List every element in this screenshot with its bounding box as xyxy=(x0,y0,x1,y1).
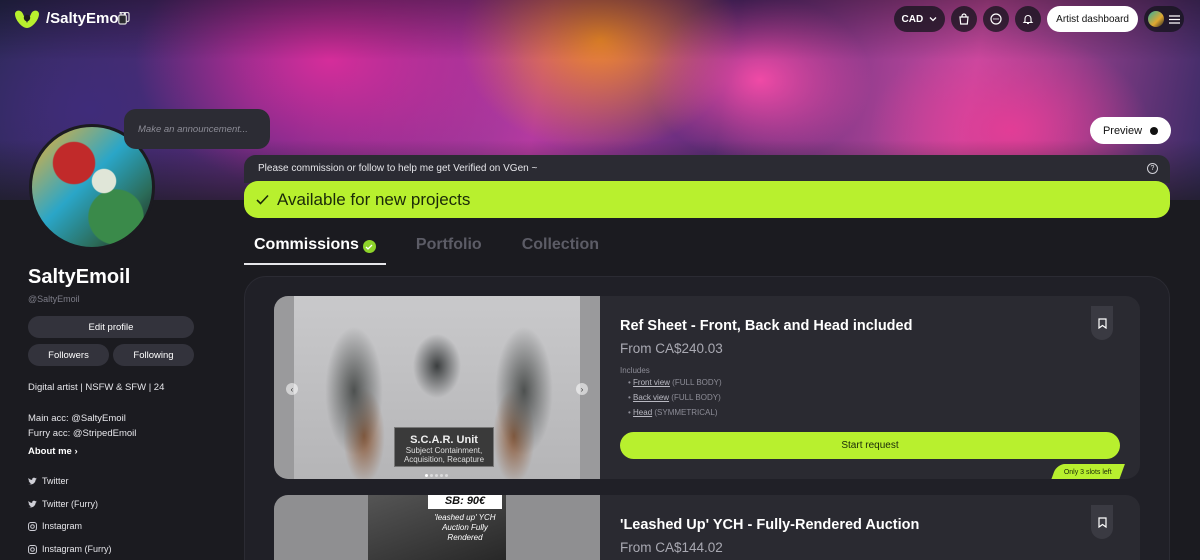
bio-line: Main acc: @SaltyEmoil xyxy=(28,413,126,424)
following-button[interactable]: Following xyxy=(113,344,194,366)
include-item: • Head (SYMMETRICAL) xyxy=(628,408,718,417)
currency-selector[interactable]: CAD xyxy=(893,6,946,32)
include-name: Front view xyxy=(633,378,670,387)
active-tab-indicator xyxy=(244,263,386,265)
user-avatar xyxy=(1148,11,1164,27)
top-nav: /SaltyEmoil CAD Artist dashboard xyxy=(0,0,1200,40)
preview-button[interactable]: Preview xyxy=(1090,117,1171,144)
include-name: Back view xyxy=(633,393,670,402)
messages-button[interactable] xyxy=(983,6,1010,32)
start-request-button[interactable]: Start request xyxy=(620,432,1120,459)
commission-title[interactable]: 'Leashed Up' YCH - Fully-Rendered Auctio… xyxy=(620,517,919,533)
availability-banner: Available for new projects xyxy=(244,181,1170,218)
tab-collection[interactable]: Collection xyxy=(512,236,609,264)
edit-profile-button[interactable]: Edit profile xyxy=(28,316,194,338)
commission-image-carousel[interactable]: SB: 90€ 'leashed up' YCH Auction Fully R… xyxy=(274,495,600,560)
social-link-twitter[interactable]: Twitter xyxy=(28,476,69,486)
chevron-right-icon: › xyxy=(74,446,78,457)
checkmark-icon xyxy=(256,194,269,205)
currency-label: CAD xyxy=(901,13,924,25)
carousel-dot[interactable] xyxy=(425,474,428,477)
notice-text: Please commission or follow to help me g… xyxy=(258,163,538,174)
carousel-dots xyxy=(425,474,448,477)
tab-portfolio[interactable]: Portfolio xyxy=(406,236,492,264)
include-name: Head xyxy=(633,408,653,417)
commission-image-carousel[interactable]: S.C.A.R. Unit Subject Containment, Acqui… xyxy=(274,296,600,479)
include-item: • Front view (FULL BODY) xyxy=(628,378,722,387)
preview-toggle-dot xyxy=(1150,126,1159,135)
verified-check-icon xyxy=(362,240,376,253)
announcement-input[interactable]: Make an announcement... xyxy=(124,109,270,149)
social-label: Instagram (Furry) xyxy=(42,544,112,554)
instagram-icon xyxy=(28,521,37,531)
carousel-dot[interactable] xyxy=(440,474,443,477)
copy-icon[interactable] xyxy=(118,12,130,25)
commission-title[interactable]: Ref Sheet - Front, Back and Head include… xyxy=(620,318,912,334)
instagram-icon xyxy=(28,544,37,554)
include-note: (FULL BODY) xyxy=(671,393,721,402)
include-note: (SYMMETRICAL) xyxy=(654,408,718,417)
commission-price: From CA$144.02 xyxy=(620,540,723,555)
commission-card[interactable]: SB: 90€ 'leashed up' YCH Auction Fully R… xyxy=(274,495,1140,560)
bio-line: Furry acc: @StripedEmoil xyxy=(28,428,137,439)
social-label: Instagram xyxy=(42,521,83,531)
profile-name: SaltyEmoil xyxy=(28,266,131,288)
tab-commissions[interactable]: Commissions xyxy=(244,236,386,264)
bookmark-icon xyxy=(1097,317,1107,329)
profile-handle: @SaltyEmoil xyxy=(28,294,80,304)
profile-tabs: Commissions Portfolio Collection xyxy=(244,236,609,264)
carousel-dot[interactable] xyxy=(430,474,433,477)
followers-button[interactable]: Followers xyxy=(28,344,109,366)
image-starting-bid: SB: 90€ xyxy=(428,495,502,509)
social-link-twitter-furry[interactable]: Twitter (Furry) xyxy=(28,499,98,509)
slots-label: Only 3 slots left xyxy=(1064,468,1112,476)
carousel-prev-button[interactable]: ‹ xyxy=(286,383,298,395)
chat-bubble-icon xyxy=(990,13,1002,25)
twitter-icon xyxy=(28,477,37,485)
tab-label: Collection xyxy=(521,236,600,253)
help-icon[interactable]: ? xyxy=(1147,163,1158,174)
vgen-logo-icon[interactable] xyxy=(12,8,42,30)
chevron-down-icon xyxy=(929,17,937,22)
carousel-dot[interactable] xyxy=(445,474,448,477)
account-menu-button[interactable] xyxy=(1144,6,1184,32)
image-caption-title: S.C.A.R. Unit xyxy=(410,434,478,446)
artist-dashboard-button[interactable]: Artist dashboard xyxy=(1047,6,1138,32)
image-caption: S.C.A.R. Unit Subject Containment, Acqui… xyxy=(394,427,494,467)
bookmark-icon xyxy=(1097,516,1107,528)
twitter-icon xyxy=(28,500,37,508)
social-link-instagram[interactable]: Instagram xyxy=(28,521,82,531)
shopping-bag-icon xyxy=(959,13,969,25)
profile-url-handle: /SaltyEmoil xyxy=(46,10,127,27)
nav-actions: CAD Artist dashboard xyxy=(893,6,1184,32)
bio-line: Digital artist | NSFW & SFW | 24 xyxy=(28,382,165,393)
tab-label: Portfolio xyxy=(415,236,482,253)
include-note: (FULL BODY) xyxy=(672,378,722,387)
slots-left-badge: Only 3 slots left xyxy=(1051,464,1125,479)
hamburger-menu-icon xyxy=(1169,14,1180,24)
about-me-label: About me xyxy=(28,446,72,457)
tab-label: Commissions xyxy=(254,236,359,253)
social-link-instagram-furry[interactable]: Instagram (Furry) xyxy=(28,544,112,554)
include-item: • Back view (FULL BODY) xyxy=(628,393,721,402)
notifications-button[interactable] xyxy=(1015,6,1042,32)
includes-label: Includes xyxy=(620,366,650,375)
preview-label: Preview xyxy=(1102,124,1143,137)
ych-artwork: SB: 90€ 'leashed up' YCH Auction Fully R… xyxy=(368,495,506,560)
social-label: Twitter (Furry) xyxy=(42,499,98,509)
availability-label: Available for new projects xyxy=(277,189,471,209)
cart-button[interactable] xyxy=(951,6,978,32)
carousel-next-button[interactable]: › xyxy=(576,383,588,395)
image-subtitle: 'leashed up' YCH Auction Fully Rendered xyxy=(434,513,496,542)
commission-price: From CA$240.03 xyxy=(620,341,723,356)
verification-notice: Please commission or follow to help me g… xyxy=(244,155,1170,183)
bookmark-button[interactable] xyxy=(1091,306,1113,340)
bell-icon xyxy=(1022,15,1034,25)
social-label: Twitter xyxy=(42,476,69,486)
image-caption-sub: Subject Containment, Acquisition, Recapt… xyxy=(403,446,485,464)
carousel-dot[interactable] xyxy=(435,474,438,477)
about-me-link[interactable]: About me › xyxy=(28,446,78,457)
commission-card[interactable]: S.C.A.R. Unit Subject Containment, Acqui… xyxy=(274,296,1140,479)
bookmark-button[interactable] xyxy=(1091,505,1113,539)
